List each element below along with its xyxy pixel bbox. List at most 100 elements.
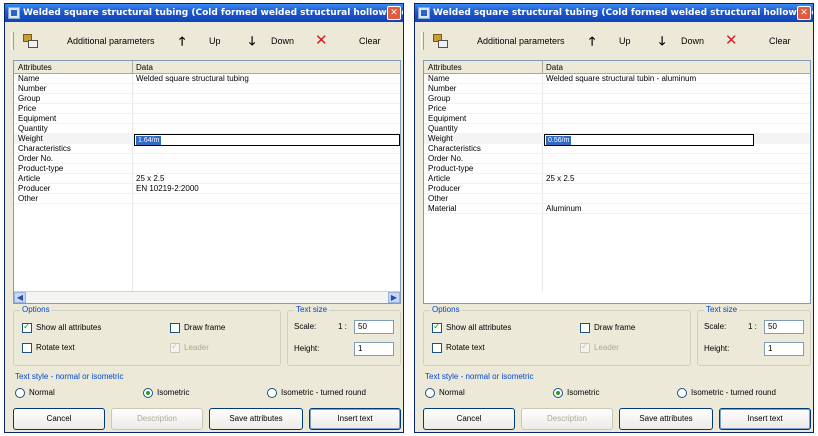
table-row[interactable]: Order No. bbox=[14, 154, 400, 164]
table-row[interactable]: Order No. bbox=[424, 154, 810, 164]
isometric-label[interactable]: Isometric bbox=[157, 387, 189, 399]
attributes-grid[interactable]: Attributes Data Name Welded square struct… bbox=[423, 60, 811, 304]
up-button[interactable]: Up bbox=[209, 32, 221, 50]
save-attributes-button[interactable]: Save attributes bbox=[209, 408, 303, 430]
table-row[interactable]: Group bbox=[424, 94, 810, 104]
arrow-up-icon[interactable]: 🡑 bbox=[179, 32, 185, 50]
additional-parameters-button[interactable]: Additional parameters bbox=[67, 32, 155, 50]
table-row[interactable]: Equipment bbox=[424, 114, 810, 124]
table-row[interactable]: Other bbox=[14, 194, 400, 204]
table-row[interactable]: Number bbox=[14, 84, 400, 94]
scale-input[interactable]: 50 bbox=[354, 320, 394, 334]
draw-frame-checkbox[interactable] bbox=[170, 323, 180, 333]
column-header-attributes[interactable]: Attributes bbox=[18, 61, 52, 74]
title-bar[interactable]: Welded square structural tubing (Cold fo… bbox=[415, 4, 813, 22]
table-row[interactable]: Other bbox=[424, 194, 810, 204]
attribute-name: Name bbox=[18, 74, 40, 83]
height-input[interactable]: 1 bbox=[354, 342, 394, 356]
draw-frame-label[interactable]: Draw frame bbox=[184, 322, 225, 334]
arrow-down-icon[interactable]: 🡓 bbox=[659, 32, 665, 50]
down-button[interactable]: Down bbox=[681, 32, 704, 50]
table-row[interactable]: Number bbox=[424, 84, 810, 94]
column-divider[interactable] bbox=[542, 61, 543, 74]
close-button[interactable]: ✕ bbox=[387, 6, 401, 20]
rotate-text-label[interactable]: Rotate text bbox=[446, 342, 485, 354]
scroll-left-icon[interactable]: ◀ bbox=[14, 292, 26, 303]
additional-parameters-button[interactable]: Additional parameters bbox=[477, 32, 565, 50]
clear-button[interactable]: Clear bbox=[359, 32, 381, 50]
table-row[interactable]: Article 25 x 2.5 bbox=[14, 174, 400, 184]
isometric-label[interactable]: Isometric bbox=[567, 387, 599, 399]
table-row[interactable]: Article 25 x 2.5 bbox=[424, 174, 810, 184]
toolbar-grip[interactable] bbox=[421, 32, 424, 50]
additional-parameters-icon[interactable] bbox=[433, 34, 448, 48]
close-button[interactable]: ✕ bbox=[797, 6, 811, 20]
isometric-radio[interactable] bbox=[553, 388, 563, 398]
down-button[interactable]: Down bbox=[271, 32, 294, 50]
normal-radio[interactable] bbox=[425, 388, 435, 398]
table-row[interactable]: Equipment bbox=[14, 114, 400, 124]
column-header-data[interactable]: Data bbox=[546, 61, 563, 74]
rotate-text-label[interactable]: Rotate text bbox=[36, 342, 75, 354]
arrow-up-icon[interactable]: 🡑 bbox=[589, 32, 595, 50]
table-row[interactable]: Material Aluminum bbox=[424, 204, 810, 214]
arrow-down-icon[interactable]: 🡓 bbox=[249, 32, 255, 50]
isometric-radio[interactable] bbox=[143, 388, 153, 398]
table-row[interactable]: Producer bbox=[424, 184, 810, 194]
draw-frame-checkbox[interactable] bbox=[580, 323, 590, 333]
show-all-attributes-checkbox[interactable] bbox=[432, 322, 442, 333]
height-input[interactable]: 1 bbox=[764, 342, 804, 356]
rotate-text-checkbox[interactable] bbox=[432, 343, 442, 353]
up-button[interactable]: Up bbox=[619, 32, 631, 50]
isometric-turned-label[interactable]: Isometric - turned round bbox=[281, 387, 366, 399]
insert-text-button[interactable]: Insert text bbox=[719, 408, 811, 430]
table-row-selected[interactable]: Weight 1.64/m bbox=[14, 134, 400, 146]
table-row[interactable]: Producer EN 10219-2:2000 bbox=[14, 184, 400, 194]
table-row[interactable]: Name Welded square structural tubing bbox=[14, 74, 400, 84]
table-row[interactable]: Product-type bbox=[14, 164, 400, 174]
text-size-title: Text size bbox=[294, 305, 330, 315]
column-divider[interactable] bbox=[132, 61, 133, 74]
title-bar[interactable]: Welded square structural tubing (Cold fo… bbox=[5, 4, 403, 22]
draw-frame-label[interactable]: Draw frame bbox=[594, 322, 635, 334]
table-row[interactable]: Characteristics bbox=[424, 144, 810, 154]
clear-x-icon[interactable]: ✕ bbox=[725, 31, 738, 49]
additional-parameters-icon[interactable] bbox=[23, 34, 38, 48]
clear-x-icon[interactable]: ✕ bbox=[315, 31, 328, 49]
column-header-data[interactable]: Data bbox=[136, 61, 153, 74]
isometric-turned-radio[interactable] bbox=[267, 388, 277, 398]
table-row[interactable]: Price bbox=[14, 104, 400, 114]
insert-text-button[interactable]: Insert text bbox=[309, 408, 401, 430]
table-row[interactable]: Quantity bbox=[14, 124, 400, 134]
table-row[interactable]: Characteristics bbox=[14, 144, 400, 154]
table-row[interactable]: Quantity bbox=[424, 124, 810, 134]
clear-button[interactable]: Clear bbox=[769, 32, 791, 50]
show-all-attributes-label[interactable]: Show all attributes bbox=[36, 322, 101, 334]
cancel-button[interactable]: Cancel bbox=[423, 408, 515, 430]
toolbar-grip[interactable] bbox=[11, 32, 14, 50]
height-label: Height: bbox=[704, 344, 730, 353]
rotate-text-checkbox[interactable] bbox=[22, 343, 32, 353]
normal-label[interactable]: Normal bbox=[29, 387, 55, 399]
table-row-selected[interactable]: Weight 0.56/m bbox=[424, 134, 810, 146]
toolbar: Additional parameters 🡑 Up 🡓 Down ✕ Clea… bbox=[9, 28, 399, 54]
table-row[interactable]: Name Welded square structural tubin - alu… bbox=[424, 74, 810, 84]
table-row[interactable]: Group bbox=[14, 94, 400, 104]
save-attributes-button[interactable]: Save attributes bbox=[619, 408, 713, 430]
show-all-attributes-label[interactable]: Show all attributes bbox=[446, 322, 511, 334]
normal-radio[interactable] bbox=[15, 388, 25, 398]
table-row[interactable]: Price bbox=[424, 104, 810, 114]
column-header-attributes[interactable]: Attributes bbox=[428, 61, 462, 74]
normal-label[interactable]: Normal bbox=[439, 387, 465, 399]
isometric-turned-radio[interactable] bbox=[677, 388, 687, 398]
cancel-button[interactable]: Cancel bbox=[13, 408, 105, 430]
attribute-name: Characteristics bbox=[18, 144, 71, 153]
attributes-grid[interactable]: Attributes Data Name Welded square struct… bbox=[13, 60, 401, 304]
show-all-attributes-checkbox[interactable] bbox=[22, 322, 32, 333]
horizontal-scrollbar[interactable]: ◀ ▶ bbox=[14, 291, 400, 303]
table-row[interactable]: Product-type bbox=[424, 164, 810, 174]
scroll-right-icon[interactable]: ▶ bbox=[388, 292, 400, 303]
isometric-turned-label[interactable]: Isometric - turned round bbox=[691, 387, 776, 399]
scale-input[interactable]: 50 bbox=[764, 320, 804, 334]
attributes-dialog-steel: Welded square structural tubing (Cold fo… bbox=[4, 3, 404, 433]
